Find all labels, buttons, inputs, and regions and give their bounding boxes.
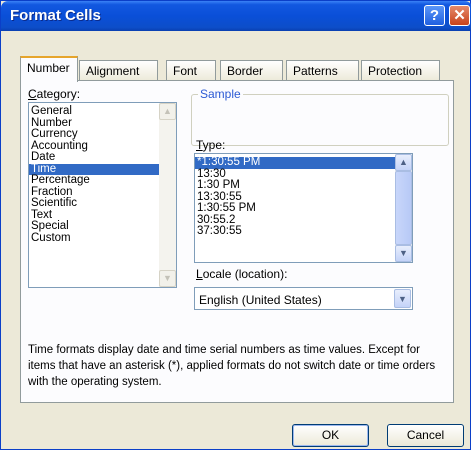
category-item-special[interactable]: Special: [29, 220, 176, 233]
chevron-down-icon: ▼: [399, 248, 408, 258]
format-cells-dialog: Format Cells ? ✕ Number Alignment Font B…: [0, 0, 471, 450]
help-button[interactable]: ?: [424, 5, 445, 26]
type-item[interactable]: 1:30 PM: [195, 179, 412, 192]
category-scroll-up-button[interactable]: ▲: [159, 103, 176, 120]
category-item-currency[interactable]: Currency: [29, 128, 176, 141]
type-item[interactable]: 37:30:55: [195, 225, 412, 238]
tab-number[interactable]: Number: [20, 56, 78, 82]
type-scroll-thumb[interactable]: [395, 171, 412, 245]
category-item-percentage[interactable]: Percentage: [29, 174, 176, 187]
cancel-button[interactable]: Cancel: [387, 424, 464, 447]
category-item-general[interactable]: General: [29, 105, 176, 118]
category-scroll-down-button[interactable]: ▼: [159, 270, 176, 287]
locale-dropdown[interactable]: English (United States) ▼: [194, 287, 413, 310]
ok-button[interactable]: OK: [292, 424, 369, 447]
close-button[interactable]: ✕: [449, 5, 470, 26]
type-item[interactable]: 1:30:55 PM: [195, 202, 412, 215]
title-bar[interactable]: Format Cells ? ✕: [1, 1, 471, 31]
sample-label: Sample: [198, 87, 243, 101]
format-description: Time formats display date and time seria…: [28, 344, 436, 388]
help-icon: ?: [429, 7, 440, 24]
category-item-custom[interactable]: Custom: [29, 232, 176, 245]
category-label: Category:: [28, 87, 81, 101]
locale-label: Locale (location):: [196, 267, 288, 281]
type-item[interactable]: *1:30:55 PM: [195, 156, 412, 169]
sample-group: Sample: [191, 87, 449, 146]
category-list[interactable]: General Number Currency Accounting Date …: [28, 102, 177, 288]
type-list[interactable]: *1:30:55 PM 13:30 1:30 PM 13:30:55 1:30:…: [194, 153, 413, 263]
tab-protection[interactable]: Protection: [361, 60, 440, 81]
type-scrollbar[interactable]: ▲ ▼: [395, 154, 412, 262]
tab-patterns[interactable]: Patterns: [286, 60, 359, 81]
locale-dropdown-button[interactable]: ▼: [394, 289, 411, 308]
category-item-date[interactable]: Date: [29, 151, 176, 164]
close-icon: ✕: [453, 7, 466, 24]
type-scroll-up-button[interactable]: ▲: [395, 154, 412, 171]
dialog-title: Format Cells: [10, 7, 101, 24]
chevron-down-icon: ▼: [163, 273, 172, 283]
chevron-up-icon: ▲: [163, 106, 172, 116]
locale-value: English (United States): [199, 293, 322, 307]
tab-alignment[interactable]: Alignment: [79, 60, 158, 81]
tab-border[interactable]: Border: [220, 60, 283, 81]
chevron-up-icon: ▲: [399, 157, 408, 167]
chevron-down-icon: ▼: [398, 294, 407, 304]
type-label: Type:: [196, 138, 226, 152]
category-item-scientific[interactable]: Scientific: [29, 197, 176, 210]
category-scrollbar[interactable]: ▲ ▼: [159, 103, 176, 287]
tab-font[interactable]: Font: [166, 60, 216, 81]
type-scroll-down-button[interactable]: ▼: [395, 245, 412, 262]
